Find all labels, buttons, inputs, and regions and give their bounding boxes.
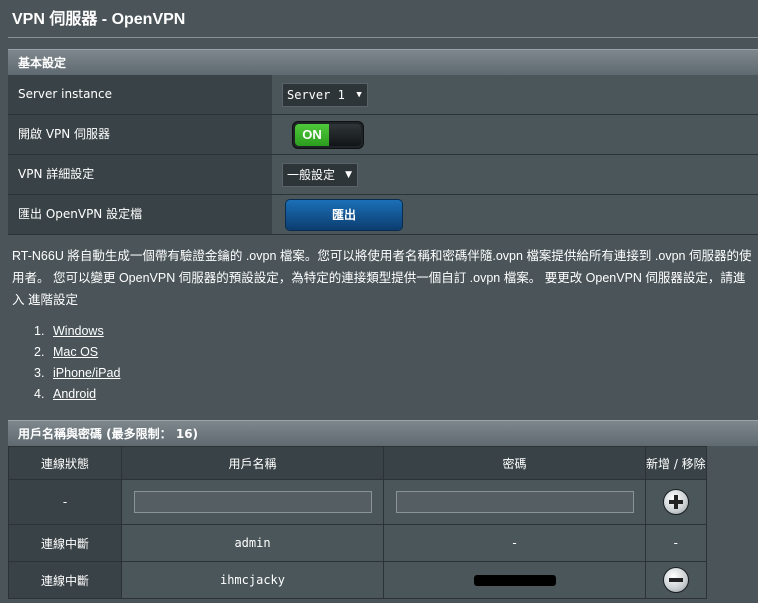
os-guide-list: 1. Windows 2. Mac OS 3. iPhone/iPad 4. Andro… [34,321,120,405]
column-header-password: 密碼 [383,446,646,480]
column-header-status: 連線狀態 [8,446,122,480]
enable-vpn-row: 開啟 VPN 伺服器 ON [8,115,758,155]
user-username: admin [121,524,384,562]
list-item: 2. Mac OS [34,345,99,359]
users-table: 連線狀態 用戶名稱 密碼 新增 / 移除 - 連線中斷 admin - - 連線… [8,446,707,599]
basic-settings-table: Server instance Server 1 ▼ 開啟 VPN 伺服器 ON… [8,75,758,235]
column-header-username: 用戶名稱 [121,446,384,480]
server-instance-value: Server 1 [287,87,345,102]
list-item: 4. Android [34,387,97,401]
table-row: 連線中斷 admin - - [8,524,707,562]
table-row: 連線中斷 ihmcjacky [8,561,707,599]
column-header-action: 新增 / 移除 [645,446,707,480]
server-instance-label: Server instance [8,75,272,114]
iphone-ipad-link[interactable]: iPhone/iPad [53,366,120,380]
toggle-knob [329,123,361,146]
vpn-detail-value: 一般設定 [287,167,336,182]
toggle-on-label: ON [295,123,329,146]
user-password-redacted [383,561,646,599]
new-user-row: - [8,479,707,525]
windows-link[interactable]: Windows [53,324,104,338]
user-username: ihmcjacky [121,561,384,599]
server-instance-row: Server instance Server 1 ▼ [8,75,758,115]
new-username-input[interactable] [133,491,372,513]
vpn-detail-select[interactable]: 一般設定 ▼ [282,162,359,187]
users-table-header-row: 連線狀態 用戶名稱 密碼 新增 / 移除 [8,446,707,480]
vpn-detail-row: VPN 詳細設定 一般設定 ▼ [8,155,758,195]
user-status: 連線中斷 [8,524,122,562]
export-label: 匯出 OpenVPN 設定檔 [8,195,272,234]
export-row: 匯出 OpenVPN 設定檔 匯出 [8,195,758,235]
android-link[interactable]: Android [53,387,96,401]
user-status: 連線中斷 [8,561,122,599]
enable-vpn-label: 開啟 VPN 伺服器 [8,115,272,154]
page-title: VPN 伺服器 - OpenVPN [12,11,186,28]
description-text: RT-N66U 將自動生成一個帶有驗證金鑰的 .ovpn 檔案。您可以將使用者名… [12,249,752,307]
macos-link[interactable]: Mac OS [53,345,98,359]
add-circle-icon[interactable] [662,489,689,515]
basic-settings-header: 基本設定 [8,49,758,75]
user-password: - [383,524,646,562]
new-user-status: - [8,479,122,525]
server-instance-select[interactable]: Server 1 ▼ [282,82,368,107]
enable-vpn-toggle[interactable]: ON [292,120,364,149]
vpn-detail-label: VPN 詳細設定 [8,155,272,194]
list-item: 3. iPhone/iPad [34,366,121,380]
users-header: 用戶名稱與密碼 (最多限制： 16) [8,420,758,446]
user-action: - [645,524,707,562]
remove-circle-icon[interactable] [662,567,689,593]
title-divider [8,37,758,38]
dropdown-arrow-icon: ▼ [356,89,362,100]
redaction-mark [473,575,556,586]
list-item: 1. Windows [34,324,104,338]
new-password-input[interactable] [395,491,634,513]
dropdown-arrow-icon: ▼ [345,169,353,180]
export-button[interactable]: 匯出 [285,198,403,231]
